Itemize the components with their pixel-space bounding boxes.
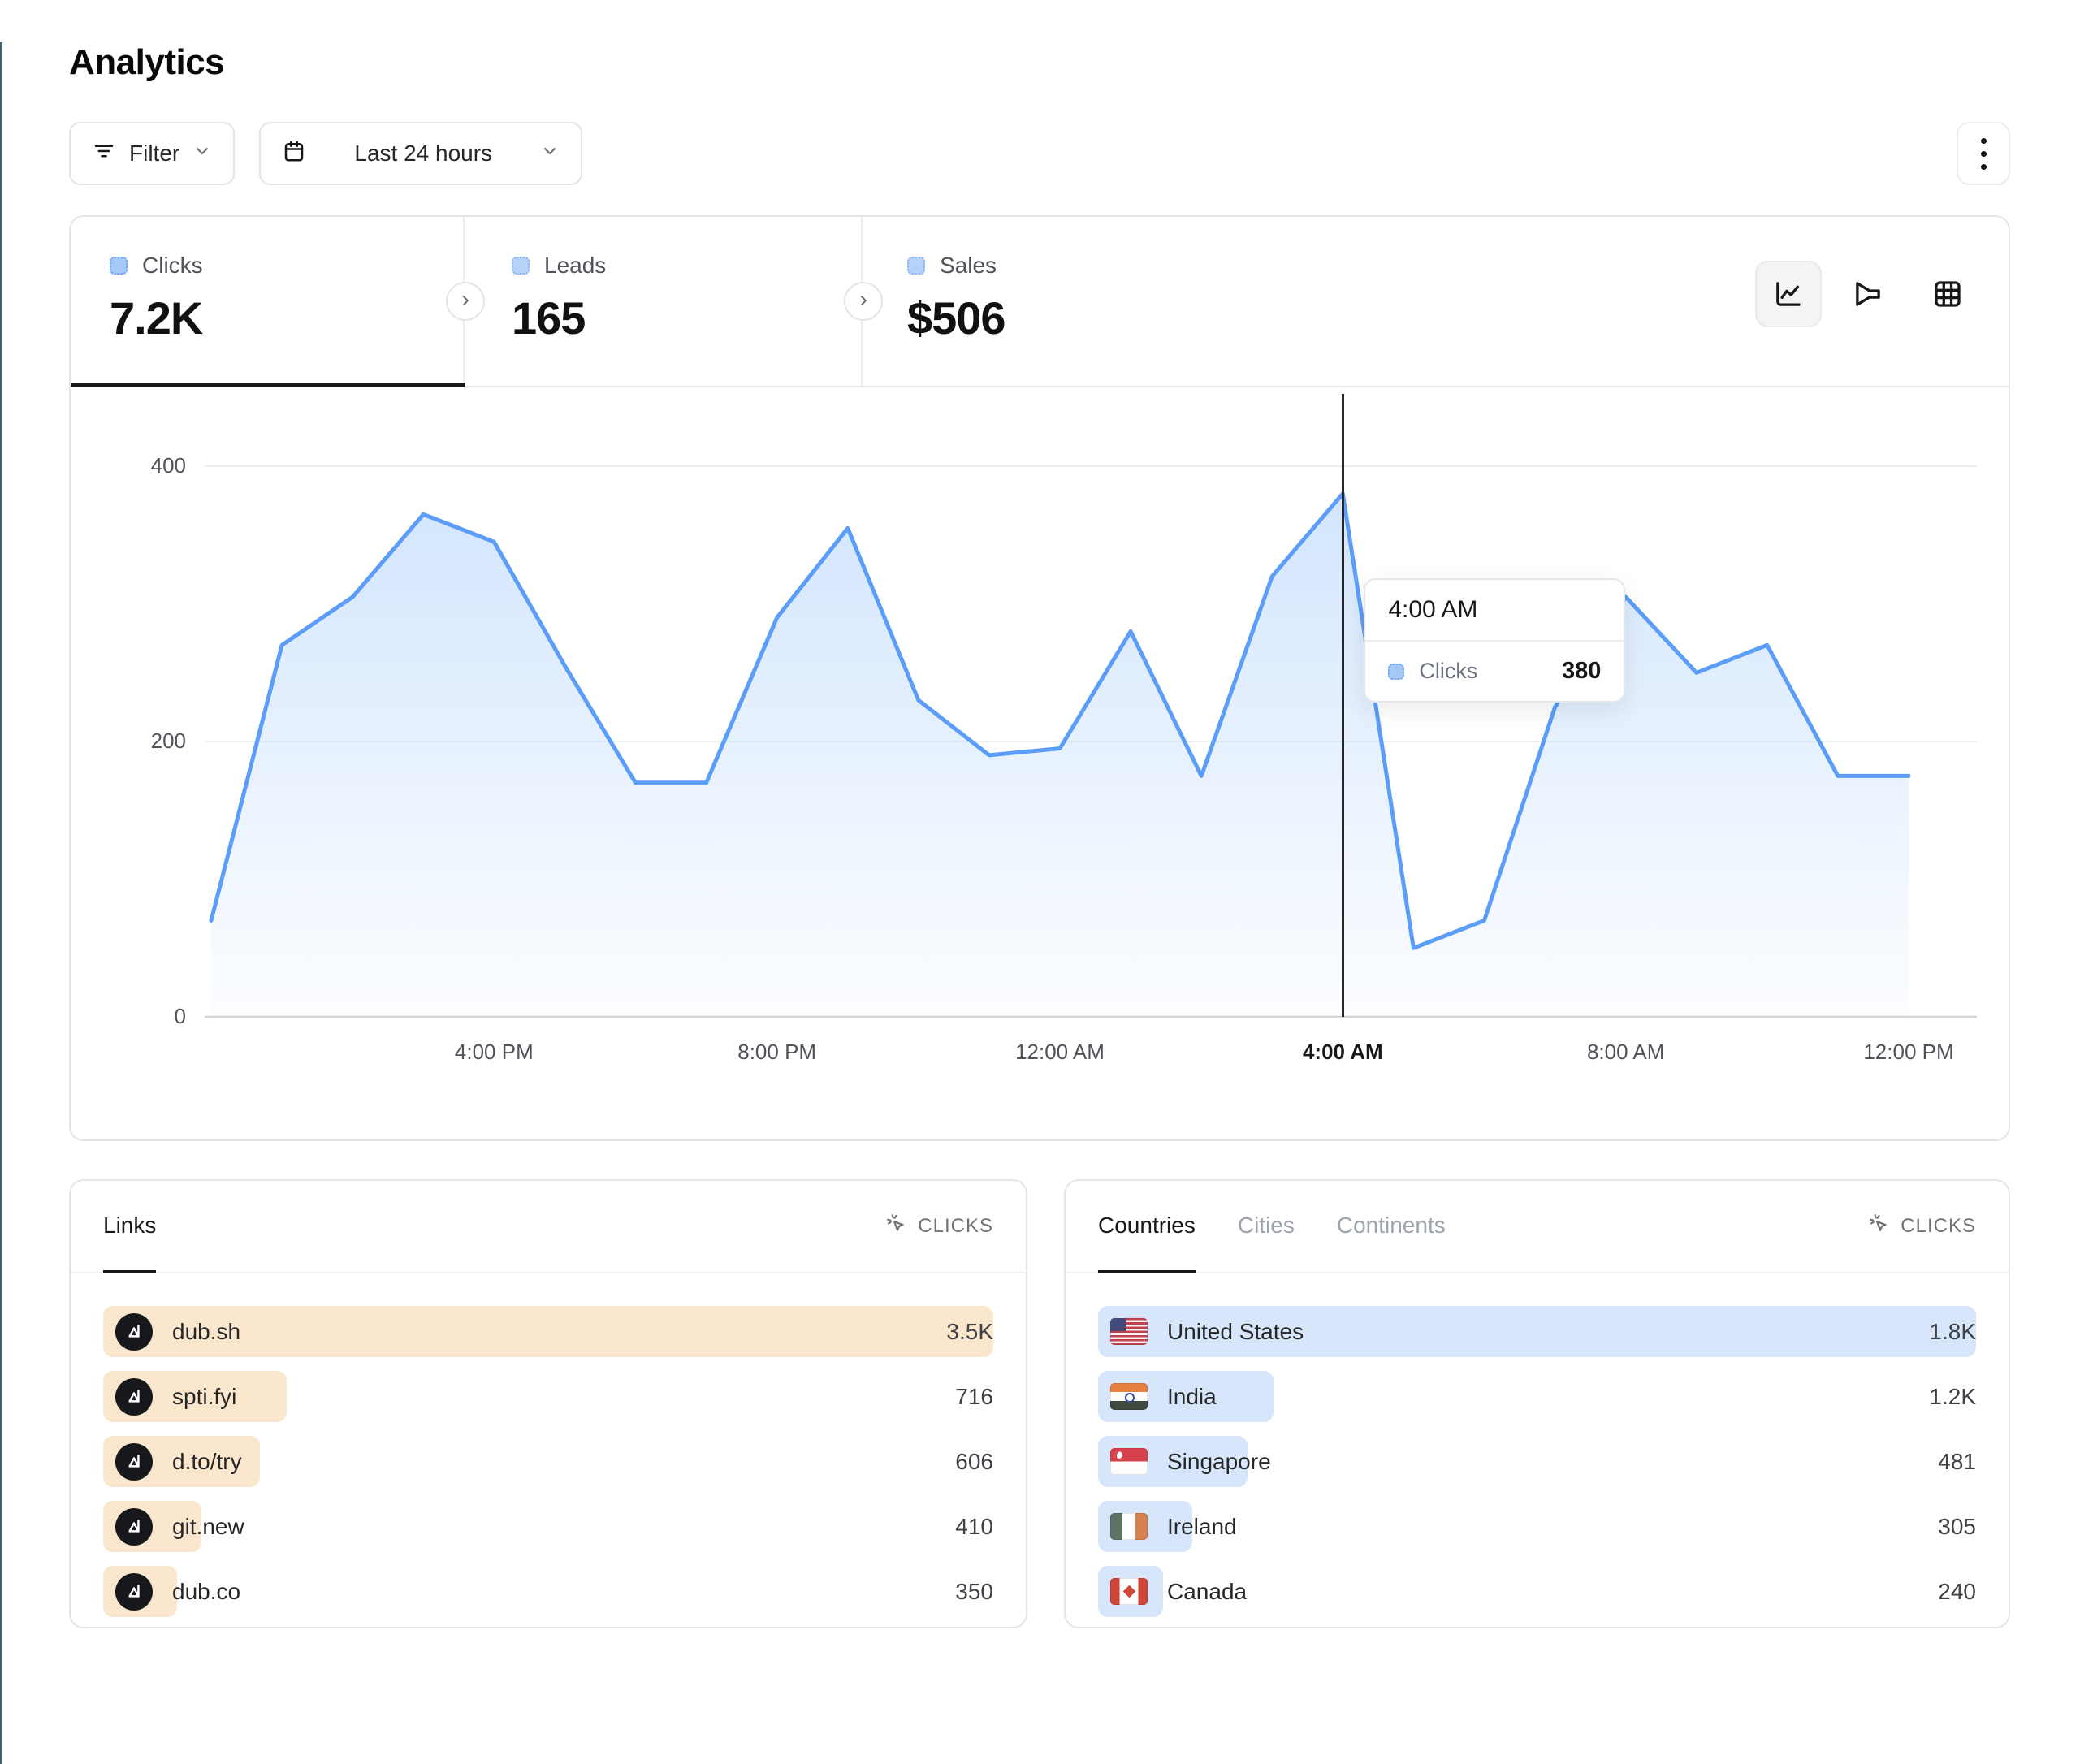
table-view-icon[interactable] — [1914, 261, 1981, 327]
country-clicks-value: 1.8K — [1929, 1319, 1976, 1345]
country-clicks-value: 305 — [1938, 1514, 1976, 1540]
links-panel: Links CLICKS dub.sh 3.5K — [69, 1179, 1027, 1628]
country-row[interactable]: Ireland 305 — [1098, 1501, 1976, 1552]
chart-view-switcher — [1755, 261, 1981, 327]
analytics-card: Clicks 7.2K Leads 165 Sales $506 — [69, 215, 2010, 1141]
tab-clicks[interactable]: Clicks 7.2K — [71, 217, 465, 386]
kebab-menu-icon — [1981, 138, 1987, 144]
country-label: United States — [1167, 1319, 1304, 1345]
clicks-legend-chip — [110, 257, 128, 275]
country-clicks-value: 240 — [1938, 1579, 1976, 1605]
filter-lines-icon — [92, 139, 116, 169]
countries-list: United States 1.8K India 1.2K — [1066, 1273, 2009, 1617]
tab-links[interactable]: Links — [103, 1181, 156, 1273]
filter-button[interactable]: Filter — [69, 122, 235, 185]
tab-sales[interactable]: Sales $506 — [863, 217, 2009, 386]
dub-logo-icon — [115, 1573, 153, 1611]
tooltip-time: 4:00 AM — [1365, 580, 1624, 642]
us-flag-icon — [1110, 1318, 1148, 1345]
countries-metric-selector[interactable]: CLICKS — [1868, 1181, 1976, 1272]
more-options-button[interactable] — [1957, 122, 2010, 185]
country-clicks-value: 481 — [1938, 1449, 1976, 1475]
clicks-tab-label: Clicks — [142, 253, 203, 279]
chart-crosshair — [1342, 394, 1344, 1017]
funnel-view-icon[interactable] — [1835, 261, 1901, 327]
tab-leads[interactable]: Leads 165 — [465, 217, 863, 386]
dub-logo-icon — [115, 1508, 153, 1546]
countries-panel: Countries Cities Continents CLICKS Uni — [1064, 1179, 2010, 1628]
links-list: dub.sh 3.5K spti.fyi 716 d.t — [71, 1273, 1026, 1617]
tab-cities[interactable]: Cities — [1238, 1181, 1295, 1273]
tab-countries[interactable]: Countries — [1098, 1181, 1196, 1273]
cursor-click-icon — [1868, 1213, 1891, 1241]
page-title: Analytics — [69, 42, 2010, 83]
link-label: dub.sh — [172, 1319, 240, 1345]
leads-legend-chip — [512, 257, 530, 275]
sales-legend-chip — [907, 257, 925, 275]
analytics-page: Analytics Filter Last 24 hours — [0, 42, 2080, 1628]
links-metric-selector[interactable]: CLICKS — [885, 1181, 993, 1272]
link-label: spti.fyi — [172, 1384, 236, 1410]
link-label: git.new — [172, 1514, 244, 1540]
country-label: Ireland — [1167, 1514, 1237, 1540]
expand-leads-chevron[interactable]: › — [844, 282, 883, 321]
countries-metric-label: CLICKS — [1901, 1215, 1976, 1238]
tooltip-series-label: Clicks — [1419, 659, 1547, 684]
tooltip-series-value: 380 — [1562, 658, 1601, 685]
country-label: Canada — [1167, 1579, 1247, 1605]
tab-continents[interactable]: Continents — [1337, 1181, 1446, 1273]
line-chart-icon[interactable] — [1755, 261, 1822, 327]
chevron-down-icon — [192, 141, 212, 166]
filter-button-label: Filter — [129, 141, 179, 166]
date-range-button[interactable]: Last 24 hours — [259, 122, 582, 185]
links-metric-label: CLICKS — [918, 1215, 993, 1238]
active-tab-underline — [71, 383, 465, 387]
link-row[interactable]: d.to/try 606 — [103, 1436, 993, 1487]
link-clicks-value: 350 — [955, 1579, 993, 1605]
country-row[interactable]: India 1.2K — [1098, 1371, 1976, 1422]
clicks-area-chart — [205, 430, 1983, 1063]
dub-logo-icon — [115, 1378, 153, 1416]
expand-clicks-chevron[interactable]: › — [446, 282, 485, 321]
country-label: India — [1167, 1384, 1217, 1410]
link-row[interactable]: dub.sh 3.5K — [103, 1306, 993, 1357]
leads-tab-value: 165 — [512, 292, 861, 344]
link-label: d.to/try — [172, 1449, 242, 1475]
toolbar: Filter Last 24 hours — [69, 122, 2010, 185]
country-row[interactable]: Singapore 481 — [1098, 1436, 1976, 1487]
dub-logo-icon — [115, 1443, 153, 1481]
canada-flag-icon — [1110, 1578, 1148, 1605]
dub-logo-icon — [115, 1313, 153, 1351]
link-row[interactable]: spti.fyi 716 — [103, 1371, 993, 1422]
tooltip-series-chip — [1388, 664, 1404, 680]
date-range-label: Last 24 hours — [319, 141, 527, 166]
country-label: Singapore — [1167, 1449, 1271, 1475]
ireland-flag-icon — [1110, 1513, 1148, 1540]
stats-tabs: Clicks 7.2K Leads 165 Sales $506 — [71, 217, 2009, 387]
country-row[interactable]: Canada 240 — [1098, 1566, 1976, 1617]
cursor-click-icon — [885, 1213, 908, 1241]
sales-tab-label: Sales — [940, 253, 997, 279]
clicks-tab-value: 7.2K — [110, 292, 463, 344]
link-row[interactable]: dub.co 350 — [103, 1566, 993, 1617]
link-clicks-value: 606 — [955, 1449, 993, 1475]
clicks-time-series-chart[interactable]: 0200400 4:00 PM8:00 PM12:00 AM4:00 AM8:0… — [71, 387, 2009, 1141]
window-edge-strip — [0, 42, 2, 1764]
link-row[interactable]: git.new 410 — [103, 1501, 993, 1552]
india-flag-icon — [1110, 1383, 1148, 1410]
chart-tooltip: 4:00 AM Clicks 380 — [1364, 578, 1625, 703]
calendar-icon — [282, 139, 306, 169]
link-clicks-value: 716 — [955, 1384, 993, 1410]
country-clicks-value: 1.2K — [1929, 1384, 1976, 1410]
link-label: dub.co — [172, 1579, 240, 1605]
chevron-down-icon — [540, 141, 560, 166]
singapore-flag-icon — [1110, 1448, 1148, 1475]
leads-tab-label: Leads — [544, 253, 606, 279]
link-clicks-value: 410 — [955, 1514, 993, 1540]
link-clicks-value: 3.5K — [946, 1319, 993, 1345]
country-row[interactable]: United States 1.8K — [1098, 1306, 1976, 1357]
